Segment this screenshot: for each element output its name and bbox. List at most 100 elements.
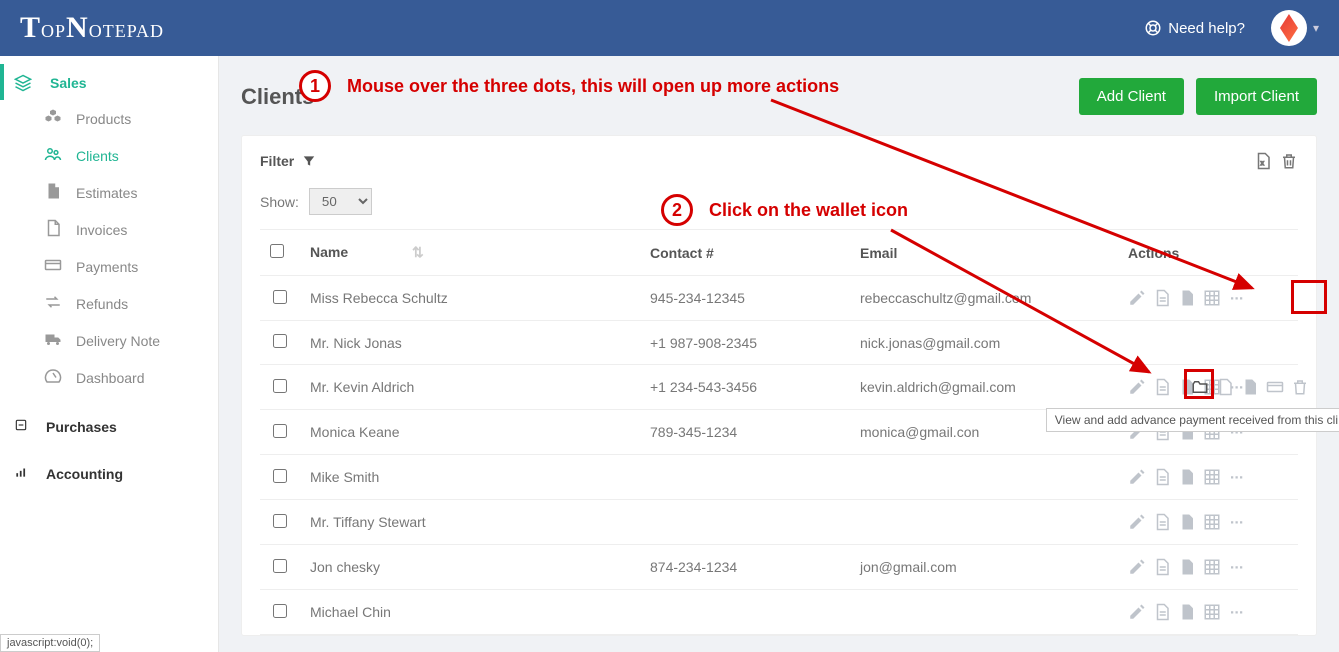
gauge-icon <box>44 367 62 388</box>
document-outline-icon[interactable] <box>1153 289 1171 307</box>
clients-table: Name ⇅ Contact # Email Actions Miss Rebe… <box>260 229 1298 635</box>
table-row: Miss Rebecca Schultz 945-234-12345 rebec… <box>260 276 1298 321</box>
card-icon[interactable] <box>1266 378 1284 396</box>
help-link[interactable]: Need help? <box>1144 19 1245 37</box>
row-contact: 945-234-12345 <box>640 276 850 321</box>
row-name: Mr. Nick Jonas <box>300 321 640 365</box>
document-icon <box>44 219 62 240</box>
edit-icon[interactable] <box>1128 513 1146 531</box>
document-outline-icon[interactable] <box>1153 378 1171 396</box>
row-contact: 874-234-1234 <box>640 545 850 590</box>
col-email: Email <box>850 230 1118 276</box>
row-checkbox[interactable] <box>273 514 287 528</box>
logo: TopNotepad <box>20 11 164 45</box>
page-title: Clients <box>241 84 314 110</box>
sidebar-accounting-label: Accounting <box>46 466 123 482</box>
edit-icon[interactable] <box>1128 289 1146 307</box>
truck-icon <box>44 330 62 351</box>
sidebar-item-label: Estimates <box>76 185 137 201</box>
sidebar-item-delivery[interactable]: Delivery Note <box>0 322 218 359</box>
row-name: Mr. Tiffany Stewart <box>300 500 640 545</box>
trash-icon[interactable] <box>1291 378 1309 396</box>
document-fill-icon[interactable] <box>1241 378 1259 396</box>
row-checkbox[interactable] <box>273 379 287 393</box>
document-outline-icon[interactable] <box>1153 468 1171 486</box>
grid-icon[interactable] <box>1203 603 1221 621</box>
sidebar-item-products[interactable]: Products <box>0 100 218 137</box>
more-icon[interactable] <box>1228 558 1246 576</box>
row-checkbox[interactable] <box>273 604 287 618</box>
grid-icon[interactable] <box>1203 513 1221 531</box>
add-client-button[interactable]: Add Client <box>1079 78 1184 115</box>
row-contact <box>640 500 850 545</box>
document-outline-icon[interactable] <box>1153 513 1171 531</box>
more-icon[interactable] <box>1228 289 1246 307</box>
show-select[interactable]: 50 <box>309 188 372 215</box>
avatar[interactable] <box>1271 10 1307 46</box>
trash-icon[interactable] <box>1280 152 1298 170</box>
edit-icon[interactable] <box>1128 603 1146 621</box>
row-name: Mr. Kevin Aldrich <box>300 365 640 410</box>
sidebar-item-estimates[interactable]: Estimates <box>0 174 218 211</box>
table-row: Michael Chin <box>260 590 1298 635</box>
document-outline-icon[interactable] <box>1216 378 1234 396</box>
col-name[interactable]: Name <box>310 244 348 260</box>
sidebar-section-accounting[interactable]: Accounting <box>0 455 218 490</box>
row-checkbox[interactable] <box>273 559 287 573</box>
more-icon[interactable] <box>1228 513 1246 531</box>
row-checkbox[interactable] <box>273 424 287 438</box>
filter-toggle[interactable]: Filter <box>260 153 316 169</box>
edit-icon[interactable] <box>1128 468 1146 486</box>
row-contact: +1 234-543-3456 <box>640 365 850 410</box>
row-actions <box>1128 603 1288 621</box>
main-content: Clients Add Client Import Client Filter … <box>219 56 1339 652</box>
more-icon[interactable] <box>1228 603 1246 621</box>
grid-icon[interactable] <box>1203 558 1221 576</box>
row-email: kevin.aldrich@gmail.com <box>850 365 1118 410</box>
document-outline-icon[interactable] <box>1153 603 1171 621</box>
sidebar-item-dashboard[interactable]: Dashboard <box>0 359 218 396</box>
document-fill-icon[interactable] <box>1178 558 1196 576</box>
people-icon <box>44 145 62 166</box>
row-contact: +1 987-908-2345 <box>640 321 850 365</box>
sidebar: Sales Products Clients Estimates Invoice… <box>0 56 219 652</box>
page-header: Clients Add Client Import Client <box>241 78 1317 115</box>
edit-icon[interactable] <box>1128 378 1146 396</box>
grid-icon[interactable] <box>1203 289 1221 307</box>
document-fill-icon[interactable] <box>1178 468 1196 486</box>
row-actions <box>1128 513 1288 531</box>
row-email <box>850 590 1118 635</box>
edit-icon[interactable] <box>1128 558 1146 576</box>
minus-icon <box>14 418 28 435</box>
sidebar-section-sales[interactable]: Sales <box>0 64 218 100</box>
grid-icon[interactable] <box>1203 468 1221 486</box>
document-fill-icon[interactable] <box>1178 603 1196 621</box>
clients-card: Filter x Show: 50 <box>241 135 1317 636</box>
row-contact <box>640 455 850 500</box>
document-fill-icon[interactable] <box>1178 289 1196 307</box>
sidebar-item-refunds[interactable]: Refunds <box>0 285 218 322</box>
cubes-icon <box>44 108 62 129</box>
sidebar-item-invoices[interactable]: Invoices <box>0 211 218 248</box>
row-checkbox[interactable] <box>273 469 287 483</box>
row-checkbox[interactable] <box>273 334 287 348</box>
select-all-checkbox[interactable] <box>270 244 284 258</box>
file-icon <box>44 182 62 203</box>
layers-icon <box>14 74 32 92</box>
row-name: Miss Rebecca Schultz <box>300 276 640 321</box>
sidebar-item-payments[interactable]: Payments <box>0 248 218 285</box>
sidebar-item-clients[interactable]: Clients <box>0 137 218 174</box>
more-icon[interactable] <box>1228 468 1246 486</box>
import-client-button[interactable]: Import Client <box>1196 78 1317 115</box>
row-name: Michael Chin <box>300 590 640 635</box>
lifebuoy-icon <box>1144 19 1162 37</box>
export-excel-icon[interactable]: x <box>1254 152 1272 170</box>
status-bar: javascript:void(0); <box>0 634 100 652</box>
sidebar-purchases-label: Purchases <box>46 419 117 435</box>
document-fill-icon[interactable] <box>1178 513 1196 531</box>
document-outline-icon[interactable] <box>1153 558 1171 576</box>
sidebar-item-label: Dashboard <box>76 370 145 386</box>
sidebar-section-purchases[interactable]: Purchases <box>0 408 218 443</box>
row-checkbox[interactable] <box>273 290 287 304</box>
table-row: Jon chesky 874-234-1234 jon@gmail.com <box>260 545 1298 590</box>
